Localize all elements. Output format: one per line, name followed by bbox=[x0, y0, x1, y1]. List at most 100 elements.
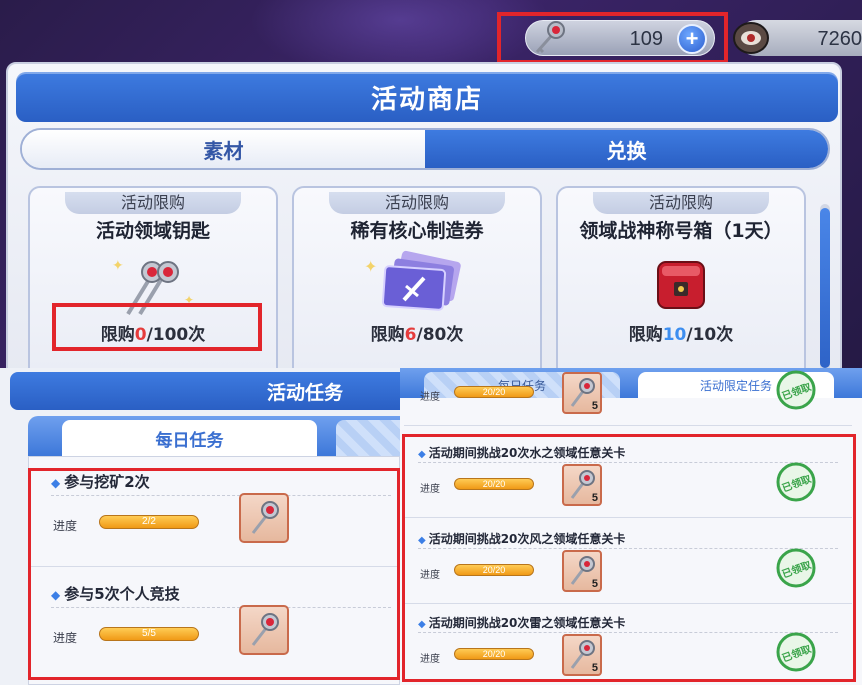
reward-count: 5 bbox=[591, 400, 598, 412]
list-item: ◆ 参与5次个人竞技 进度 5/5 bbox=[29, 569, 400, 679]
svg-text:✦: ✦ bbox=[364, 257, 377, 276]
purchase-limit: 限购6/80次 bbox=[294, 320, 540, 345]
list-item: ◆ 活动期间挑战20次雷之领域任意关卡 进度 20/20 5 已领取 bbox=[404, 604, 852, 685]
limit-prefix: 限购 bbox=[370, 325, 405, 345]
limited-badge: 活动限购 bbox=[593, 192, 769, 214]
limited-badge: 活动限购 bbox=[65, 192, 241, 214]
item-name: 领域战神称号箱（1天） bbox=[579, 220, 783, 242]
shop-title: 活动商店 bbox=[370, 84, 483, 115]
diamond-icon: ◆ bbox=[51, 476, 61, 490]
key-icon bbox=[527, 18, 569, 60]
task-title: ◆ 参与挖矿2次 bbox=[51, 471, 150, 492]
progress-label: 进度 bbox=[53, 519, 78, 533]
diamond-icon: ◆ bbox=[418, 619, 426, 630]
reward-count: 5 bbox=[591, 492, 598, 504]
key-count: 109 bbox=[629, 28, 663, 50]
limited-badge: 活动限购 bbox=[329, 192, 505, 214]
progress-text: 20/20 bbox=[482, 565, 506, 575]
shop-item-rare-core-ticket[interactable]: 活动限购 稀有核心制造券 ✦ 限购6/80次 bbox=[292, 186, 542, 368]
task-title: ◆ 活动期间挑战20次风之领域任意关卡 bbox=[418, 530, 625, 547]
task-list: ◆ 参与挖矿2次 进度 2/2 ◆ 参与5次个人竞技 进度 5/5 bbox=[28, 456, 400, 685]
event-tasks-panel: 活动任务 每日任务 ◆参与挖矿2次 进度 2/2 ◆参与5次个人竞技 进度 bbox=[0, 368, 400, 685]
reward-key-icon bbox=[239, 493, 289, 543]
purchase-limit: 限购0/100次 bbox=[30, 320, 276, 345]
limit-used: 0 bbox=[134, 325, 147, 345]
shop-item-title-box[interactable]: 活动限购 领域战神称号箱（1天） 限购10/10次 bbox=[556, 186, 806, 368]
progress-label: 进度 bbox=[420, 654, 440, 665]
task-title: ◆ 活动期间挑战20次水之领域任意关卡 bbox=[418, 444, 625, 461]
progress-text: 5/5 bbox=[142, 628, 156, 639]
key-currency: 109 + bbox=[505, 14, 725, 62]
shop-grid: 活动限购 活动领域钥匙 ✦ ✦ 限购0/100次 活动限购 稀有核心制造券 ✦ … bbox=[28, 186, 808, 368]
box-icon bbox=[626, 248, 736, 320]
limit-prefix: 限购 bbox=[100, 325, 135, 345]
tab-limited-tasks[interactable] bbox=[336, 420, 400, 456]
diamond-icon: ◆ bbox=[51, 588, 61, 602]
list-item: ◆ 活动期间挑战20次水之领域任意关卡 进度 20/20 5 已领取 bbox=[404, 434, 852, 518]
task-title-text: 参与5次个人竞技 bbox=[64, 585, 180, 603]
task-title-text: 参与挖矿2次 bbox=[64, 473, 150, 491]
divider bbox=[51, 495, 391, 496]
reward-key-icon: 5 bbox=[562, 634, 602, 676]
limit-total: /100次 bbox=[146, 325, 206, 345]
scrollbar-thumb[interactable] bbox=[820, 208, 830, 368]
claimed-stamp-icon: 已领取 bbox=[774, 368, 818, 412]
task-title: ◆ 参与5次个人竞技 bbox=[51, 583, 180, 604]
reward-count: 5 bbox=[591, 578, 598, 590]
ticket-icon: ✦ bbox=[362, 248, 472, 320]
core-count: 7260 bbox=[817, 28, 862, 50]
limit-total: /10次 bbox=[686, 325, 734, 345]
claimed-stamp-icon: 已领取 bbox=[774, 546, 818, 590]
progress-label: 进度 bbox=[420, 484, 440, 495]
diamond-icon: ◆ bbox=[418, 449, 426, 460]
limited-tasks-panel: 每日任务 活动限定任务 进度 20/20 5 已领取 ◆活动期间挑战20次水之领… bbox=[400, 368, 862, 685]
task-title-text: 活动期间挑战20次雷之领域任意关卡 bbox=[428, 616, 626, 630]
key-icon: ✦ ✦ bbox=[98, 248, 208, 320]
claimed-stamp-icon: 已领取 bbox=[774, 460, 818, 504]
progress-bar: 5/5 bbox=[99, 627, 199, 641]
item-name: 活动领域钥匙 bbox=[95, 220, 210, 242]
progress-bar: 20/20 bbox=[454, 386, 534, 398]
reward-count: 5 bbox=[591, 662, 598, 674]
tasks-header: 活动任务 bbox=[10, 372, 400, 410]
reward-key-icon: 5 bbox=[562, 464, 602, 506]
limit-used: 10 bbox=[662, 325, 687, 345]
core-currency: 7260 bbox=[728, 14, 862, 62]
divider bbox=[51, 607, 391, 608]
task-title: ◆ 活动期间挑战20次雷之领域任意关卡 bbox=[418, 614, 625, 631]
list-item: 进度 20/20 5 已领取 bbox=[404, 368, 852, 426]
tab-exchange[interactable]: 兑换 bbox=[425, 130, 828, 168]
progress-text: 20/20 bbox=[482, 649, 506, 659]
item-name: 稀有核心制造券 bbox=[350, 220, 484, 242]
progress-text: 20/20 bbox=[482, 479, 506, 489]
svg-text:✦: ✦ bbox=[184, 293, 194, 307]
purchase-limit: 限购10/10次 bbox=[558, 320, 804, 345]
progress-bar: 20/20 bbox=[454, 478, 534, 490]
shop-header: 活动商店 bbox=[16, 72, 838, 122]
shop-item-event-key[interactable]: 活动限购 活动领域钥匙 ✦ ✦ 限购0/100次 bbox=[28, 186, 278, 368]
tab-daily-tasks[interactable]: 每日任务 bbox=[62, 420, 317, 456]
shop-screen: 109 + 7260 活动商店 素材 兑换 活动限购 活动领域钥匙 ✦ ✦ 限购… bbox=[0, 0, 862, 368]
svg-text:✦: ✦ bbox=[112, 258, 124, 274]
limit-used: 6 bbox=[404, 325, 417, 345]
progress-label: 进度 bbox=[420, 570, 440, 581]
list-item: ◆ 参与挖矿2次 进度 2/2 bbox=[29, 457, 400, 567]
reward-key-icon bbox=[239, 605, 289, 655]
shop-tabs: 素材 兑换 bbox=[20, 128, 830, 170]
progress-text: 20/20 bbox=[482, 387, 506, 397]
progress-bar: 20/20 bbox=[454, 648, 534, 660]
progress-text: 2/2 bbox=[142, 516, 156, 527]
reward-key-icon: 5 bbox=[562, 550, 602, 592]
reward-key-icon: 5 bbox=[562, 372, 602, 414]
shop-panel: 活动商店 素材 兑换 活动限购 活动领域钥匙 ✦ ✦ 限购0/100次 活动限购… bbox=[6, 62, 842, 368]
progress-bar: 20/20 bbox=[454, 564, 534, 576]
add-key-button[interactable]: + bbox=[677, 24, 707, 54]
tab-materials[interactable]: 素材 bbox=[22, 130, 425, 168]
task-title-text: 活动期间挑战20次水之领域任意关卡 bbox=[428, 446, 626, 460]
task-title-text: 活动期间挑战20次风之领域任意关卡 bbox=[428, 532, 626, 546]
list-item: ◆ 活动期间挑战20次风之领域任意关卡 进度 20/20 5 已领取 bbox=[404, 520, 852, 604]
progress-label: 进度 bbox=[53, 631, 78, 645]
limit-prefix: 限购 bbox=[628, 325, 663, 345]
limit-total: /80次 bbox=[416, 325, 464, 345]
diamond-icon: ◆ bbox=[418, 535, 426, 546]
